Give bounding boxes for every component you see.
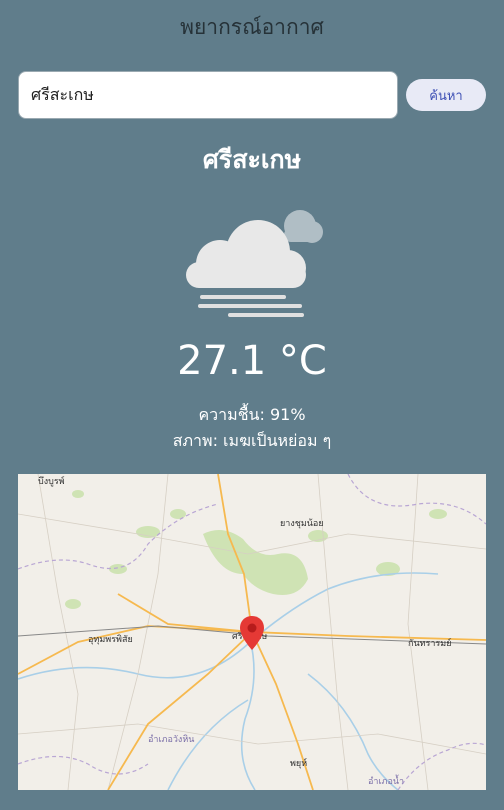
map-label: ยางชุมน้อย (280, 519, 324, 529)
map-label: อำเภอน้ำ (368, 777, 405, 787)
search-button[interactable]: ค้นหา (406, 79, 486, 111)
fog-cloud-icon (180, 200, 328, 324)
humidity-text: ความชื้น: 91% (198, 405, 306, 424)
condition-text: สภาพ: เมฆเป็นหย่อม ๆ (172, 431, 332, 450)
search-input[interactable] (18, 71, 398, 119)
search-bar: ค้นหา (18, 71, 486, 119)
map-label: บึงบูรพ์ (38, 477, 65, 487)
bottom-strip (0, 790, 504, 810)
temperature: 27.1 °C (177, 338, 327, 384)
map-label: อุทุมพรพิสัย (88, 635, 133, 645)
map-label: พยุห์ (290, 759, 308, 769)
map-label: อำเภอวังหิน (148, 735, 195, 745)
city-name: ศรีสะเกษ (202, 145, 302, 174)
map-view[interactable]: บึงบูรพ์ ยางชุมน้อย อุทุมพรพิสัย ศรีสะเก… (18, 474, 486, 790)
map-label: กันทรารมย์ (408, 639, 452, 649)
location-pin-icon[interactable] (240, 616, 264, 650)
app-title: พยากรณ์อากาศ (180, 14, 324, 39)
